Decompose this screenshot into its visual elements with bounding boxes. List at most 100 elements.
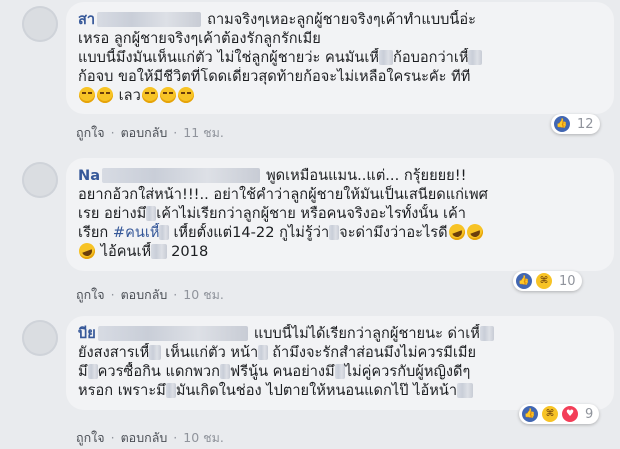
comment-line: บีย แบบนี้ไม่ได้เรียกว่าลูกผู้ชายนะ ด่าเห…: [78, 324, 600, 343]
comment-actions: ถูกใจ · ตอบกลับ · 10 ชม.: [76, 428, 224, 448]
avatar[interactable]: [22, 320, 58, 356]
rofl-emoji-icon: [78, 242, 98, 261]
comment-text: เรย อย่างมึ: [78, 205, 147, 222]
separator-dot: ·: [173, 430, 178, 445]
comment-text: เหี้ยตั้งแต่14-22 กูไม่รู้ว่า: [173, 224, 330, 241]
smirk-emoji-icon: [97, 87, 113, 103]
comment-line: มึ ควรซื้อกิน แดกพวก ฟรีนู้น คนอย่างมึ ไม่ค…: [78, 362, 600, 381]
comment-text: 2018: [171, 243, 209, 260]
comment-text: ควรซื้อกิน แดกพวก: [97, 363, 220, 380]
timestamp[interactable]: 10 ชม.: [183, 430, 224, 445]
redacted-text: [151, 244, 168, 259]
comment-line: อยากอ้วกใส่หน้า!!!.. อย่าใช้คำว่าลูกผู้ช…: [78, 185, 600, 204]
redacted-text: [159, 225, 170, 240]
smirk-emoji-icon: [159, 87, 176, 103]
comment-line: ยังสงสารเหี้ เห็นแก่ตัว หน้า ถ้ามึงจะรักสำ…: [78, 343, 600, 362]
smirk-emoji-icon: [177, 87, 194, 103]
comment-text: ฟรีนู้น คนอย่างมึ: [229, 363, 335, 380]
hashtag-link[interactable]: #คนเหี้: [113, 224, 160, 241]
smirk-emoji-icon: [141, 87, 158, 103]
haha-emoji-icon: ⌘: [535, 272, 553, 290]
comment-text: เห็นแก่ตัว หน้า: [165, 344, 259, 361]
comment-bubble: บีย แบบนี้ไม่ได้เรียกว่าลูกผู้ชายนะ ด่าเห…: [66, 316, 614, 410]
comment-text: แบบนี้มึงมันเห็นแก่ตัว ไม่ใช่ลูกผู้ชายว่…: [78, 49, 379, 66]
comment-text: มันเกิดในช่อง ไปตายให้หนอนแดกไป๊ ไอ้หน้า: [175, 382, 458, 399]
comment-2: Na พูดเหมือนแมน..แต่... กรุ้ยยยย!! อยากอ้…: [0, 154, 620, 302]
commenter-name[interactable]: บีย: [78, 325, 96, 342]
comment-text: เรียก: [78, 224, 109, 241]
like-link[interactable]: ถูกใจ: [76, 430, 105, 445]
redacted-text: [165, 383, 176, 398]
like-link[interactable]: ถูกใจ: [76, 125, 105, 140]
comment-actions: ถูกใจ · ตอบกลับ · 10 ชม.: [76, 285, 224, 305]
comment-bubble: Na พูดเหมือนแมน..แต่... กรุ้ยยยย!! อยากอ้…: [66, 158, 614, 271]
redacted-text: [149, 345, 162, 360]
redacted-text: [87, 364, 98, 379]
comment-line: แบบนี้มึงมันเห็นแก่ตัว ไม่ใช่ลูกผู้ชายว่…: [78, 48, 600, 67]
comment-line: เรียก #คนเหี้ เหี้ยตั้งแต่14-22 กูไม่รู้ว…: [78, 223, 600, 242]
redacted-text: [258, 345, 269, 360]
separator-dot: ·: [110, 430, 115, 445]
redacted-text: [97, 12, 202, 27]
comment-line: เรย อย่างมึ เค้าไม่เรียกว่าลูกผู้ชาย หรือ…: [78, 204, 600, 223]
heart-icon: ♥: [561, 405, 579, 423]
comment-text: ไม่คู่ควรกับผู้หญิงดีๆ: [344, 363, 471, 380]
timestamp[interactable]: 11 ชม.: [183, 125, 224, 140]
reply-link[interactable]: ตอบกลับ: [121, 287, 168, 302]
reaction-summary[interactable]: 👍 ⌘ ♥ 9: [519, 404, 600, 424]
like-link[interactable]: ถูกใจ: [76, 287, 105, 302]
redacted-text: [479, 326, 494, 341]
separator-dot: ·: [110, 125, 115, 140]
reaction-summary[interactable]: 👍 12: [551, 114, 600, 134]
commenter-name[interactable]: Na: [78, 167, 100, 184]
reaction-count: 12: [577, 116, 594, 132]
comment-line: เลว: [78, 86, 600, 105]
rofl-emoji-icon: [464, 223, 485, 242]
reply-link[interactable]: ตอบกลับ: [121, 430, 168, 445]
timestamp[interactable]: 10 ชม.: [183, 287, 224, 302]
reply-link[interactable]: ตอบกลับ: [121, 125, 168, 140]
comment-text: พูดเหมือนแมน..แต่... กรุ้ยยยย!!: [266, 167, 467, 184]
rofl-emoji-icon: [446, 223, 467, 242]
separator-dot: ·: [110, 287, 115, 302]
avatar[interactable]: [22, 6, 58, 42]
redacted-text: [146, 206, 157, 221]
redacted-text: [219, 364, 230, 379]
commenter-name[interactable]: สา: [78, 11, 95, 28]
avatar[interactable]: [22, 162, 58, 198]
comment-text: มึ: [78, 363, 88, 380]
reaction-summary[interactable]: 👍 ⌘ 10: [513, 271, 582, 291]
comment-line: เหรอ ลูกผู้ชายจริงๆเค้าต้องรักลูกรักเมีย: [78, 29, 600, 48]
comment-text: ถ้ามึงจะรักสำส่อนมึงไม่ควรมีเมีย: [272, 344, 477, 361]
redacted-text: [334, 364, 345, 379]
reaction-count: 9: [585, 406, 594, 422]
comment-line: ไอ้คนเหี้ 2018: [78, 242, 600, 261]
comment-text: เลว: [118, 87, 141, 104]
redacted-text: [457, 383, 474, 398]
comment-text: เค้าไม่เรียกว่าลูกผู้ชาย หรือคนจริงอะไรท…: [156, 205, 466, 222]
comment-text: เหรอ ลูกผู้ชายจริงๆเค้าต้องรักลูกรักเมีย: [78, 30, 321, 47]
comment-line: หรอก เพราะมึ มันเกิดในช่อง ไปตายให้หนอนแด…: [78, 381, 600, 400]
comment-1: สา ถามจริงๆเหอะลูกผู้ชายจริงๆเค้าทำแบบนี้…: [0, 0, 620, 150]
thumbs-up-icon: 👍: [515, 272, 533, 290]
redacted-text: [329, 225, 340, 240]
reaction-count: 10: [559, 273, 576, 289]
comment-line: สา ถามจริงๆเหอะลูกผู้ชายจริงๆเค้าทำแบบนี้…: [78, 10, 600, 29]
comment-text: จะด่ามึงว่าอะไรดี: [339, 224, 448, 241]
smirk-emoji-icon: [79, 87, 95, 103]
comment-text: ยังสงสารเหี้: [78, 344, 150, 361]
redacted-text: [102, 168, 261, 183]
redacted-text: [378, 50, 393, 65]
separator-dot: ·: [173, 287, 178, 302]
comment-text: ถามจริงๆเหอะลูกผู้ชายจริงๆเค้าทำแบบนี้อ่…: [207, 11, 476, 28]
comment-3: บีย แบบนี้ไม่ได้เรียกว่าลูกผู้ชายนะ ด่าเห…: [0, 310, 620, 449]
thumbs-up-icon: 👍: [521, 405, 539, 423]
comment-text: หรอก เพราะมึ: [78, 382, 166, 399]
thumbs-up-icon: 👍: [553, 115, 571, 133]
comment-text: แบบนี้ไม่ได้เรียกว่าลูกผู้ชายนะ ด่าเหี้: [253, 325, 480, 342]
comment-text: ก้อบอกว่าเหี้: [392, 49, 469, 66]
redacted-text: [468, 50, 483, 65]
comment-line: ก้อจบ ขอให้มีชีวิตที่โดดเดี่ยวสุดท้ายก้อ…: [78, 67, 600, 86]
comment-text: ก้อจบ ขอให้มีชีวิตที่โดดเดี่ยวสุดท้ายก้อ…: [78, 68, 471, 85]
comment-text: ไอ้คนเหี้: [100, 243, 152, 260]
